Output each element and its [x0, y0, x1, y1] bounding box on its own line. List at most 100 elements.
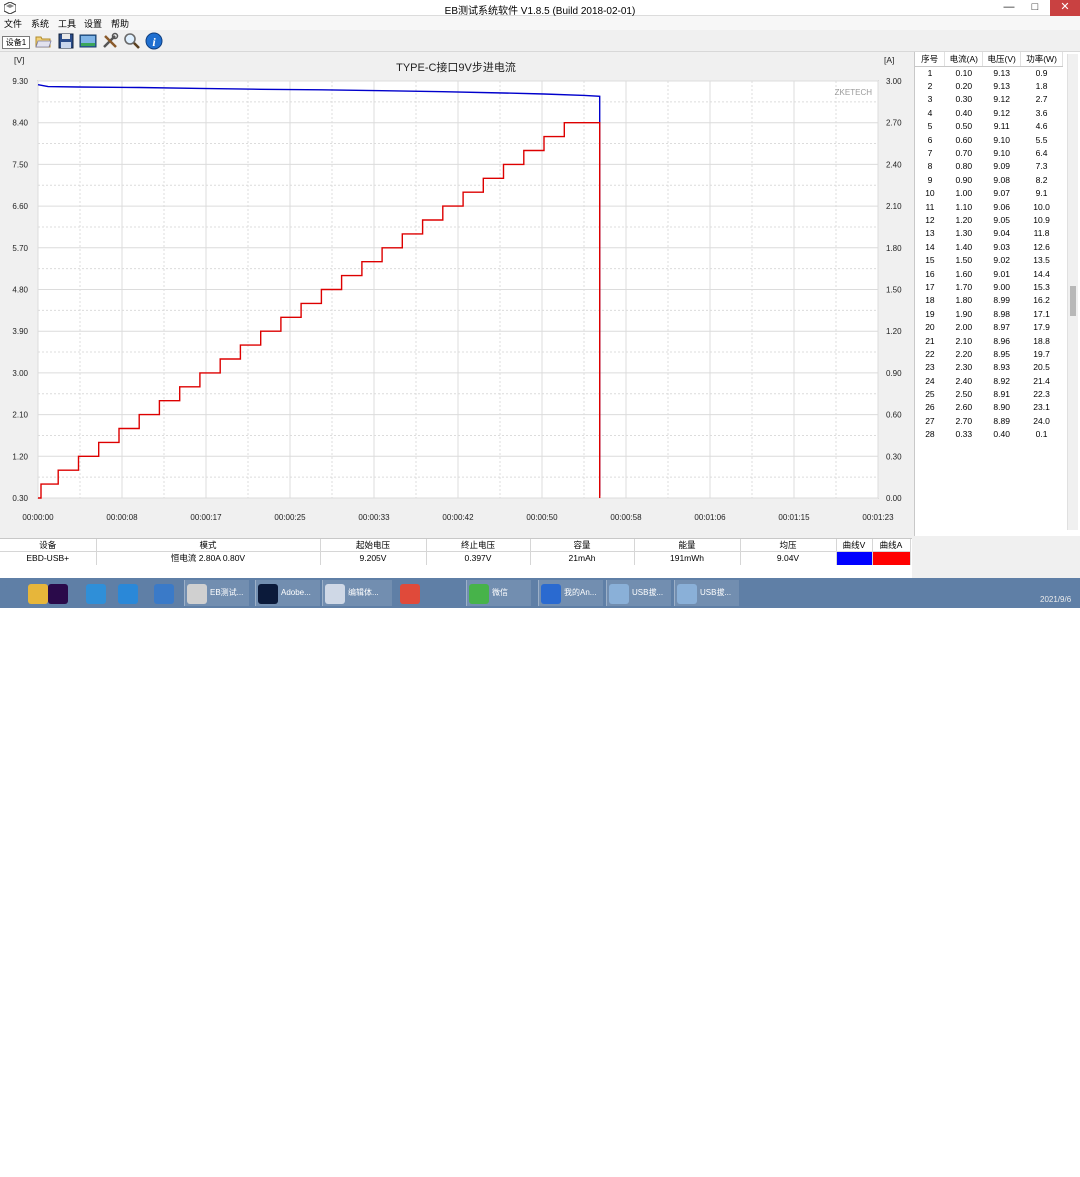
device-tab[interactable]: 设备1: [2, 36, 30, 49]
menu-tools[interactable]: 工具: [58, 17, 76, 30]
taskbar-item[interactable]: [398, 580, 420, 606]
table-row[interactable]: 13 1.30 9.04 11.8: [915, 227, 1063, 240]
table-row[interactable]: 1 0.10 9.13 0.9: [915, 66, 1063, 79]
table-row[interactable]: 7 0.70 9.10 6.4: [915, 146, 1063, 159]
cell-power: 6.4: [1035, 148, 1048, 159]
graph-icon[interactable]: [79, 32, 97, 50]
y-left-tick-label: 2.10: [12, 411, 28, 420]
cell-power: 20.5: [1033, 362, 1050, 373]
taskbar-item[interactable]: [46, 580, 68, 606]
taskbar-item[interactable]: [4, 580, 26, 606]
curve-v-color-swatch[interactable]: [836, 551, 873, 565]
table-row[interactable]: 21 2.10 8.96 18.8: [915, 334, 1063, 347]
taskbar-item[interactable]: [116, 580, 138, 606]
taskbar-item[interactable]: [84, 580, 106, 606]
cell-power: 8.2: [1035, 174, 1048, 185]
table-row[interactable]: 5 0.50 9.11 4.6: [915, 120, 1063, 133]
taskbar-item[interactable]: USB拔...: [674, 580, 739, 606]
taskbar-item[interactable]: EB测试...: [184, 580, 249, 606]
table-row[interactable]: 6 0.60 9.10 5.5: [915, 133, 1063, 146]
table-row[interactable]: 14 1.40 9.03 12.6: [915, 240, 1063, 253]
table-row[interactable]: 9 0.90 9.08 8.2: [915, 173, 1063, 186]
taskbar-item[interactable]: [26, 580, 48, 606]
cell-voltage: 9.02: [993, 255, 1010, 266]
y-left-tick-label: 3.00: [12, 369, 28, 378]
open-folder-icon[interactable]: [34, 32, 52, 50]
cell-current: 0.60: [955, 134, 973, 145]
column-header-power[interactable]: 功率(W): [1020, 52, 1063, 67]
minimize-button[interactable]: —: [996, 0, 1022, 16]
column-header-index[interactable]: 序号: [915, 52, 946, 67]
table-row[interactable]: 19 1.90 8.98 17.1: [915, 307, 1063, 320]
taskbar-item[interactable]: 微信: [466, 580, 531, 606]
taskbar-item[interactable]: [152, 580, 174, 606]
table-row[interactable]: 27 2.70 8.89 24.0: [915, 414, 1063, 427]
cell-index: 6: [927, 134, 933, 145]
column-header-current[interactable]: 电流(A): [944, 52, 984, 67]
summary-mode: 恒电流 2.80A 0.80V: [96, 551, 321, 565]
table-row[interactable]: 4 0.40 9.12 3.6: [915, 106, 1063, 119]
cell-voltage: 9.01: [993, 268, 1010, 279]
cell-voltage: 9.13: [993, 67, 1010, 78]
column-header-voltage[interactable]: 电压(V): [982, 52, 1022, 67]
table-row[interactable]: 2 0.20 9.13 1.8: [915, 79, 1063, 92]
menu-system[interactable]: 系统: [31, 17, 49, 30]
cell-current: 0.80: [955, 161, 973, 172]
cell-power: 24.0: [1033, 415, 1050, 426]
table-row[interactable]: 17 1.70 9.00 15.3: [915, 280, 1063, 293]
table-row[interactable]: 22 2.20 8.95 19.7: [915, 347, 1063, 360]
tools-icon[interactable]: [101, 32, 119, 50]
grid-lines: [37, 80, 879, 499]
summary-panel: 设备 模式 起始电压 终止电压 容量 能量 均压 曲线V 曲线A EBD-USB…: [0, 538, 912, 578]
table-row[interactable]: 11 1.10 9.06 10.0: [915, 200, 1063, 213]
taskbar-item[interactable]: USB拔...: [606, 580, 671, 606]
cell-voltage: 9.04: [993, 228, 1010, 239]
table-row[interactable]: 25 2.50 8.91 22.3: [915, 387, 1063, 400]
close-button[interactable]: ✕: [1050, 0, 1080, 16]
search-icon[interactable]: [123, 32, 141, 50]
cell-voltage: 8.92: [993, 375, 1010, 386]
vertical-scrollbar[interactable]: [1067, 54, 1078, 530]
taskbar-item-label: 微信: [492, 588, 508, 597]
table-row[interactable]: 12 1.20 9.05 10.9: [915, 213, 1063, 226]
table-row[interactable]: 24 2.40 8.92 21.4: [915, 374, 1063, 387]
taskbar-item[interactable]: 我的An...: [538, 580, 603, 606]
watermark-label: ZKETECH: [835, 88, 873, 97]
cell-current: 1.20: [955, 214, 973, 225]
menu-file[interactable]: 文件: [4, 17, 22, 30]
table-row[interactable]: 18 1.80 8.99 16.2: [915, 294, 1063, 307]
save-icon[interactable]: [57, 32, 75, 50]
table-row[interactable]: 3 0.30 9.12 2.7: [915, 93, 1063, 106]
y-right-tick-label: 0.30: [886, 452, 902, 461]
maximize-button[interactable]: □: [1022, 0, 1048, 16]
scrollbar-thumb[interactable]: [1070, 286, 1076, 316]
table-row[interactable]: 8 0.80 9.09 7.3: [915, 160, 1063, 173]
table-row[interactable]: 23 2.30 8.93 20.5: [915, 361, 1063, 374]
taskbar-item[interactable]: Adobe...: [255, 580, 320, 606]
cell-current: 2.40: [955, 375, 973, 386]
menu-settings[interactable]: 设置: [84, 17, 102, 30]
table-row[interactable]: 20 2.00 8.97 17.9: [915, 320, 1063, 333]
cell-voltage: 9.08: [993, 174, 1010, 185]
taskbar-item[interactable]: 编辑体...: [322, 580, 392, 606]
qq-browser-icon: [118, 584, 138, 604]
cell-index: 1: [927, 67, 933, 78]
cell-index: 24: [925, 375, 935, 386]
cell-voltage: 9.13: [993, 81, 1010, 92]
table-row[interactable]: 26 2.60 8.90 23.1: [915, 401, 1063, 414]
cell-current: 1.70: [955, 281, 973, 292]
curve-a-color-swatch[interactable]: [872, 551, 911, 565]
summary-row[interactable]: EBD-USB+ 恒电流 2.80A 0.80V 9.205V 0.397V 2…: [0, 551, 911, 565]
table-row[interactable]: 15 1.50 9.02 13.5: [915, 253, 1063, 266]
folder-icon: [28, 584, 48, 604]
cell-power: 1.8: [1035, 81, 1048, 92]
cell-current: 2.00: [955, 322, 973, 333]
table-row[interactable]: 16 1.60 9.01 14.4: [915, 267, 1063, 280]
menu-help[interactable]: 帮助: [111, 17, 129, 30]
cell-current: 0.33: [955, 429, 973, 440]
table-body: 1 0.10 9.13 0.9 2 0.20 9.13 1.8 3 0.30 9.12 2.7 4 0.4…: [915, 66, 1063, 441]
info-icon[interactable]: i: [145, 32, 163, 50]
table-row[interactable]: 28 0.33 0.40 0.1: [915, 428, 1063, 441]
photoshop-icon: [258, 584, 278, 604]
table-row[interactable]: 10 1.00 9.07 9.1: [915, 187, 1063, 200]
